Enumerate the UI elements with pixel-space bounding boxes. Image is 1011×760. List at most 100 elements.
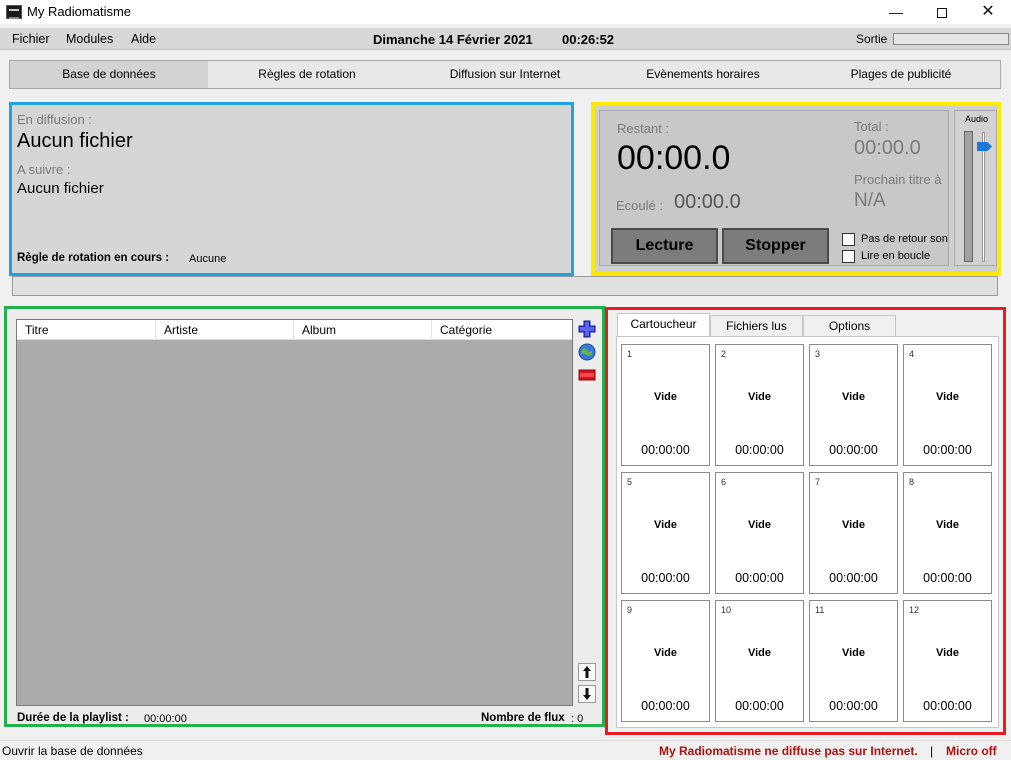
column-album[interactable]: Album — [294, 320, 432, 340]
minus-icon — [578, 369, 596, 381]
cart-slot[interactable]: 4 Vide 00:00:00 — [903, 344, 992, 466]
cart-slot-label: Vide — [841, 647, 866, 659]
no-return-checkbox[interactable] — [842, 233, 855, 246]
playlist-duration-value: 00:00:00 — [144, 713, 187, 725]
current-date: Dimanche 14 Février 2021 — [373, 32, 533, 47]
playlist-duration-label: Durée de la playlist : — [17, 712, 129, 724]
cart-slot[interactable]: 7 Vide 00:00:00 — [809, 472, 898, 594]
cart-slot-number: 8 — [909, 477, 915, 487]
loop-checkbox[interactable] — [842, 250, 855, 263]
cart-slot-duration: 00:00:00 — [735, 571, 784, 585]
column-artist[interactable]: Artiste — [156, 320, 294, 340]
close-button[interactable]: ✕ — [965, 0, 1011, 24]
stop-button[interactable]: Stopper — [722, 228, 829, 264]
cart-slot-duration: 00:00:00 — [923, 699, 972, 713]
tab-rotation-rules[interactable]: Règles de rotation — [208, 61, 406, 88]
next-title-time: N/A — [854, 190, 886, 211]
tab-hourly-events[interactable]: Evènements horaires — [604, 61, 802, 88]
cart-slot[interactable]: 8 Vide 00:00:00 — [903, 472, 992, 594]
cart-slot[interactable]: 9 Vide 00:00:00 — [621, 600, 710, 722]
loop-label: Lire en boucle — [861, 250, 931, 262]
tab-database[interactable]: Base de données — [10, 61, 208, 88]
cart-slot-number: 1 — [627, 349, 633, 359]
stream-count-label: Nombre de flux — [481, 712, 565, 724]
cart-slot-label: Vide — [653, 519, 678, 531]
tab-cartoucheur[interactable]: Cartoucheur — [617, 313, 710, 337]
on-air-title: Aucun fichier — [17, 130, 133, 152]
title-bar: My Radiomatisme — ✕ — [0, 0, 1011, 24]
cart-slot-duration: 00:00:00 — [641, 443, 690, 457]
cart-slot-duration: 00:00:00 — [735, 443, 784, 457]
cart-slot[interactable]: 3 Vide 00:00:00 — [809, 344, 898, 466]
add-button[interactable] — [577, 319, 597, 339]
tab-options[interactable]: Options — [803, 315, 896, 336]
cart-slot-label: Vide — [747, 519, 772, 531]
player-panel: Restant : 00:00.0 Ecoulé : 00:00.0 Total… — [591, 102, 1001, 276]
cart-slot-label: Vide — [935, 647, 960, 659]
move-down-button[interactable] — [578, 685, 596, 703]
status-message: Ouvrir la base de données — [2, 744, 143, 758]
audio-level-meter — [964, 131, 973, 262]
remaining-label: Restant : — [617, 121, 670, 136]
cart-slot-duration: 00:00:00 — [829, 571, 878, 585]
playlist-grid[interactable]: Titre Artiste Album Catégorie — [16, 319, 573, 706]
status-bar: Ouvrir la base de données My Radiomatism… — [0, 740, 1011, 760]
cart-slot-number: 9 — [627, 605, 633, 615]
cart-slot[interactable]: 11 Vide 00:00:00 — [809, 600, 898, 722]
cart-slot-duration: 00:00:00 — [923, 443, 972, 457]
minimize-button[interactable]: — — [873, 0, 919, 24]
column-title[interactable]: Titre — [17, 320, 156, 340]
audio-label: Audio — [965, 114, 989, 124]
next-label: A suivre : — [17, 162, 71, 177]
total-label: Total : — [854, 119, 889, 134]
tab-ad-slots[interactable]: Plages de publicité — [802, 61, 1000, 88]
cart-slot[interactable]: 6 Vide 00:00:00 — [715, 472, 804, 594]
cart-slot-duration: 00:00:00 — [923, 571, 972, 585]
cart-slot-number: 2 — [721, 349, 727, 359]
tab-played-files[interactable]: Fichiers lus — [710, 315, 803, 336]
cart-slot[interactable]: 5 Vide 00:00:00 — [621, 472, 710, 594]
now-playing-panel: En diffusion : Aucun fichier A suivre : … — [9, 102, 574, 276]
cart-slot-label: Vide — [841, 391, 866, 403]
web-stream-button[interactable] — [577, 342, 597, 362]
elapsed-label: Ecoulé : — [616, 198, 663, 213]
cart-slot[interactable]: 1 Vide 00:00:00 — [621, 344, 710, 466]
playlist-panel: Titre Artiste Album Catégorie Durée de l… — [4, 306, 605, 727]
current-time: 00:26:52 — [562, 32, 615, 47]
move-up-button[interactable] — [578, 663, 596, 681]
cart-slot-number: 7 — [815, 477, 821, 487]
menu-modules[interactable]: Modules — [66, 32, 113, 46]
internet-status: My Radiomatisme ne diffuse pas sur Inter… — [659, 744, 918, 758]
playlist-header: Titre Artiste Album Catégorie — [17, 320, 572, 340]
stream-count-value: : 0 — [571, 713, 584, 725]
cart-slot-duration: 00:00:00 — [735, 699, 784, 713]
status-separator: | — [930, 744, 934, 758]
cart-slot[interactable]: 10 Vide 00:00:00 — [715, 600, 804, 722]
mic-status: Micro off — [946, 744, 997, 758]
cart-slot-label: Vide — [841, 519, 866, 531]
tab-internet-broadcast[interactable]: Diffusion sur Internet — [406, 61, 604, 88]
info-strip — [12, 276, 998, 296]
menu-bar: Fichier Modules Aide Dimanche 14 Février… — [0, 28, 1011, 50]
play-button[interactable]: Lecture — [611, 228, 718, 264]
cart-slot-label: Vide — [935, 391, 960, 403]
volume-slider-track[interactable] — [982, 132, 985, 262]
rotation-rule-value: Aucune — [189, 253, 227, 265]
menu-aide[interactable]: Aide — [131, 32, 156, 46]
on-air-label: En diffusion : — [17, 112, 92, 127]
cart-slot-duration: 00:00:00 — [641, 571, 690, 585]
column-category[interactable]: Catégorie — [432, 320, 572, 340]
cart-slot-number: 5 — [627, 477, 633, 487]
cart-slot-number: 6 — [721, 477, 727, 487]
maximize-button[interactable] — [919, 0, 965, 24]
cart-slot[interactable]: 2 Vide 00:00:00 — [715, 344, 804, 466]
cart-slot-label: Vide — [747, 391, 772, 403]
cart-slot[interactable]: 12 Vide 00:00:00 — [903, 600, 992, 722]
cart-slot-label: Vide — [653, 647, 678, 659]
volume-slider-thumb[interactable] — [977, 142, 992, 151]
globe-icon — [578, 343, 596, 361]
main-tabs: Base de données Règles de rotation Diffu… — [9, 60, 1001, 89]
menu-fichier[interactable]: Fichier — [12, 32, 50, 46]
remove-button[interactable] — [577, 365, 597, 385]
cart-slot-number: 4 — [909, 349, 915, 359]
